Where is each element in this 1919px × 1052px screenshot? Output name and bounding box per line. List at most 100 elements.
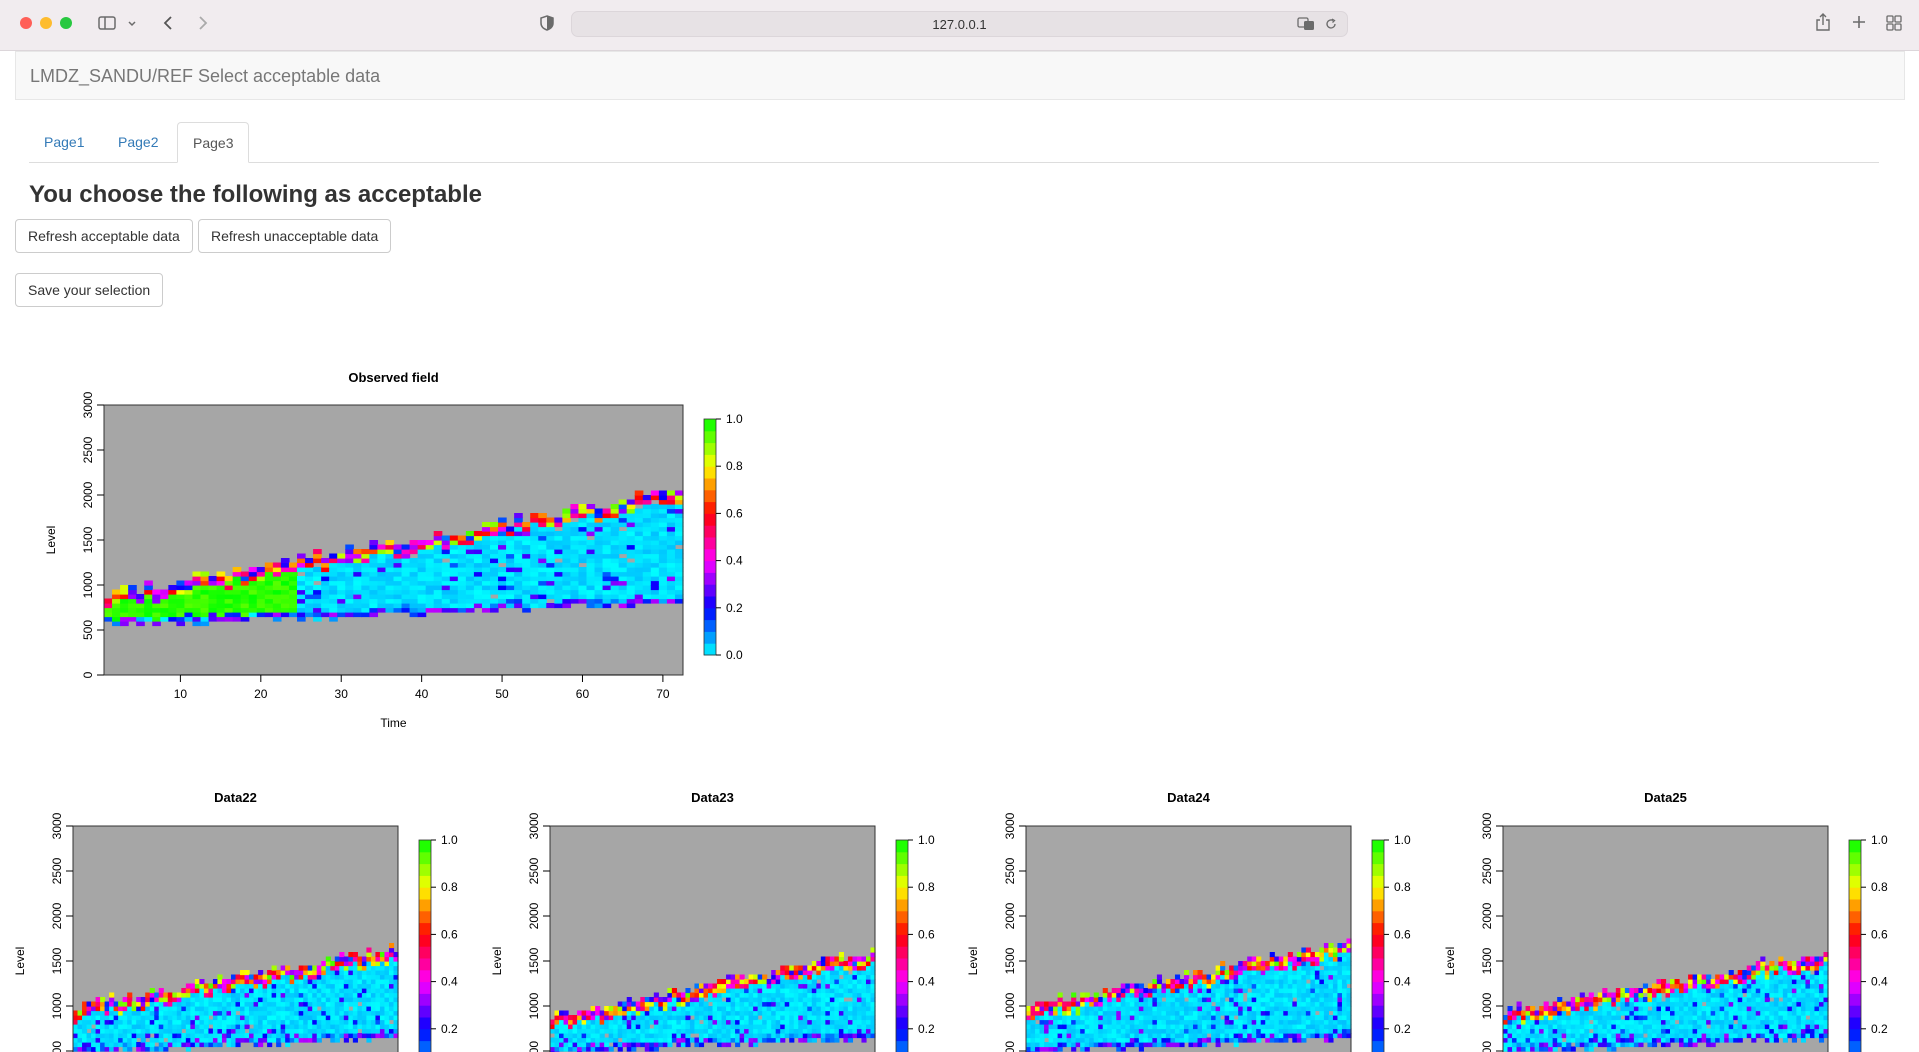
tab-page1[interactable]: Page1 [29, 122, 99, 162]
heatmap-cell [1256, 979, 1262, 985]
heatmap-cell [838, 1010, 844, 1016]
tab-overview-icon[interactable] [1886, 15, 1902, 35]
heatmap-cell [1238, 992, 1244, 998]
heatmap-cell [1107, 1042, 1113, 1048]
translate-icon[interactable] [1297, 17, 1315, 35]
tab-page2[interactable]: Page2 [103, 122, 173, 162]
heatmap-cell [514, 513, 523, 519]
heatmap-cell [1647, 1042, 1653, 1048]
heatmap-cell [409, 589, 419, 595]
new-tab-icon[interactable] [1852, 15, 1866, 33]
colorbar-swatch [896, 958, 908, 971]
refresh-unacceptable-button[interactable]: Refresh unacceptable data [198, 219, 392, 253]
heatmap-cell [793, 1001, 799, 1007]
heatmap-cell [1233, 1028, 1239, 1034]
heatmap-cell [530, 558, 539, 564]
heatmap-cell [1620, 988, 1626, 994]
heatmap-cell [635, 1037, 641, 1043]
heatmap-cell [329, 558, 338, 564]
data23-plot[interactable]: Data2350010001500200025003000Level0.20.4… [487, 780, 957, 1052]
chevron-down-icon[interactable] [127, 17, 137, 33]
heatmap-cell [572, 1019, 578, 1025]
heatmap-cell [321, 589, 330, 595]
heatmap-cell [1611, 1033, 1617, 1039]
heatmap-cell [712, 1006, 718, 1012]
forward-icon[interactable] [197, 15, 209, 35]
refresh-acceptable-button[interactable]: Refresh acceptable data [15, 219, 193, 253]
heatmap-cell [1530, 1046, 1536, 1052]
back-icon[interactable] [162, 15, 174, 35]
heatmap-cell [1319, 1033, 1325, 1039]
heatmap-cell [721, 1028, 727, 1034]
heatmap-cell [843, 965, 849, 971]
heatmap-cell [1066, 1015, 1072, 1021]
heatmap-cell [312, 1028, 318, 1034]
heatmap-cell [1035, 1015, 1041, 1021]
heatmap-cell [272, 598, 282, 604]
heatmap-cell [1274, 983, 1280, 989]
heatmap-cell [128, 616, 137, 622]
heatmap-cell [820, 1033, 826, 1039]
heatmap-cell [1251, 992, 1257, 998]
heatmap-cell [1584, 1015, 1590, 1021]
heatmap-cell [325, 1019, 331, 1025]
heatmap-cell [176, 1015, 182, 1021]
zoom-dot-icon[interactable] [60, 17, 72, 29]
heatmap-cell [248, 594, 258, 600]
heatmap-cell [1229, 965, 1235, 971]
heatmap-cell [457, 585, 467, 591]
heatmap-cell [744, 1037, 750, 1043]
minimize-dot-icon[interactable] [40, 17, 52, 29]
heatmap-cell [267, 983, 273, 989]
tab-page3[interactable]: Page3 [177, 122, 250, 163]
data24-plot[interactable]: Data2450010001500200025003000Level0.20.4… [963, 780, 1433, 1052]
heatmap-cell [1310, 992, 1316, 998]
heatmap-cell [217, 1015, 223, 1021]
heatmap-cell [104, 612, 113, 618]
heatmap-cell [666, 508, 676, 514]
colorbar-swatch [1372, 934, 1384, 947]
save-selection-button[interactable]: Save your selection [15, 273, 164, 307]
heatmap-cell [538, 603, 547, 609]
heatmap-cell [1129, 1037, 1135, 1043]
data22-plot[interactable]: Data2250010001500200025003000Level0.20.4… [10, 780, 480, 1052]
close-dot-icon[interactable] [20, 17, 32, 29]
heatmap-cell [650, 549, 660, 555]
heatmap-cell [312, 1010, 318, 1016]
heatmap-cell [730, 1010, 736, 1016]
heatmap-cell [1224, 992, 1230, 998]
heatmap-cell [384, 983, 390, 989]
heatmap-cell [1030, 1037, 1036, 1043]
heatmap-cell [377, 549, 387, 555]
heatmap-cell [1301, 961, 1307, 967]
heatmap-cell [1305, 1033, 1311, 1039]
heatmap-cell [1265, 1015, 1271, 1021]
heatmap-cell [321, 1015, 327, 1021]
heatmap-cell [1044, 1033, 1050, 1039]
heatmap-cell [581, 1042, 587, 1048]
heatmap-cell [626, 571, 636, 577]
heatmap-cell [1287, 1028, 1293, 1034]
heatmap-cell [1125, 1019, 1131, 1025]
heatmap-cell [594, 598, 604, 604]
shield-icon[interactable] [540, 15, 554, 35]
share-icon[interactable] [1816, 13, 1830, 35]
heatmap-cell [622, 1010, 628, 1016]
heatmap-cell [1202, 974, 1208, 980]
data25-plot[interactable]: Data2550010001500200025003000Level0.20.4… [1440, 780, 1910, 1052]
heatmap-cell [1296, 1037, 1302, 1043]
heatmap-cell [825, 956, 831, 962]
sidebar-icon[interactable] [98, 15, 116, 35]
heatmap-cell [829, 965, 835, 971]
colorbar-tick-label: 0.4 [918, 975, 935, 989]
reload-icon[interactable] [1325, 18, 1337, 34]
heatmap-cell [366, 992, 372, 998]
heatmap-cell [244, 974, 250, 980]
address-bar[interactable]: 127.0.0.1 [571, 11, 1348, 37]
heatmap-cell [1283, 979, 1289, 985]
heatmap-cell [375, 1024, 381, 1030]
colorbar-swatch [419, 1028, 431, 1042]
heatmap-cell [1093, 1037, 1099, 1043]
heatmap-cell [1111, 992, 1117, 998]
heatmap-cell [1530, 1015, 1536, 1021]
